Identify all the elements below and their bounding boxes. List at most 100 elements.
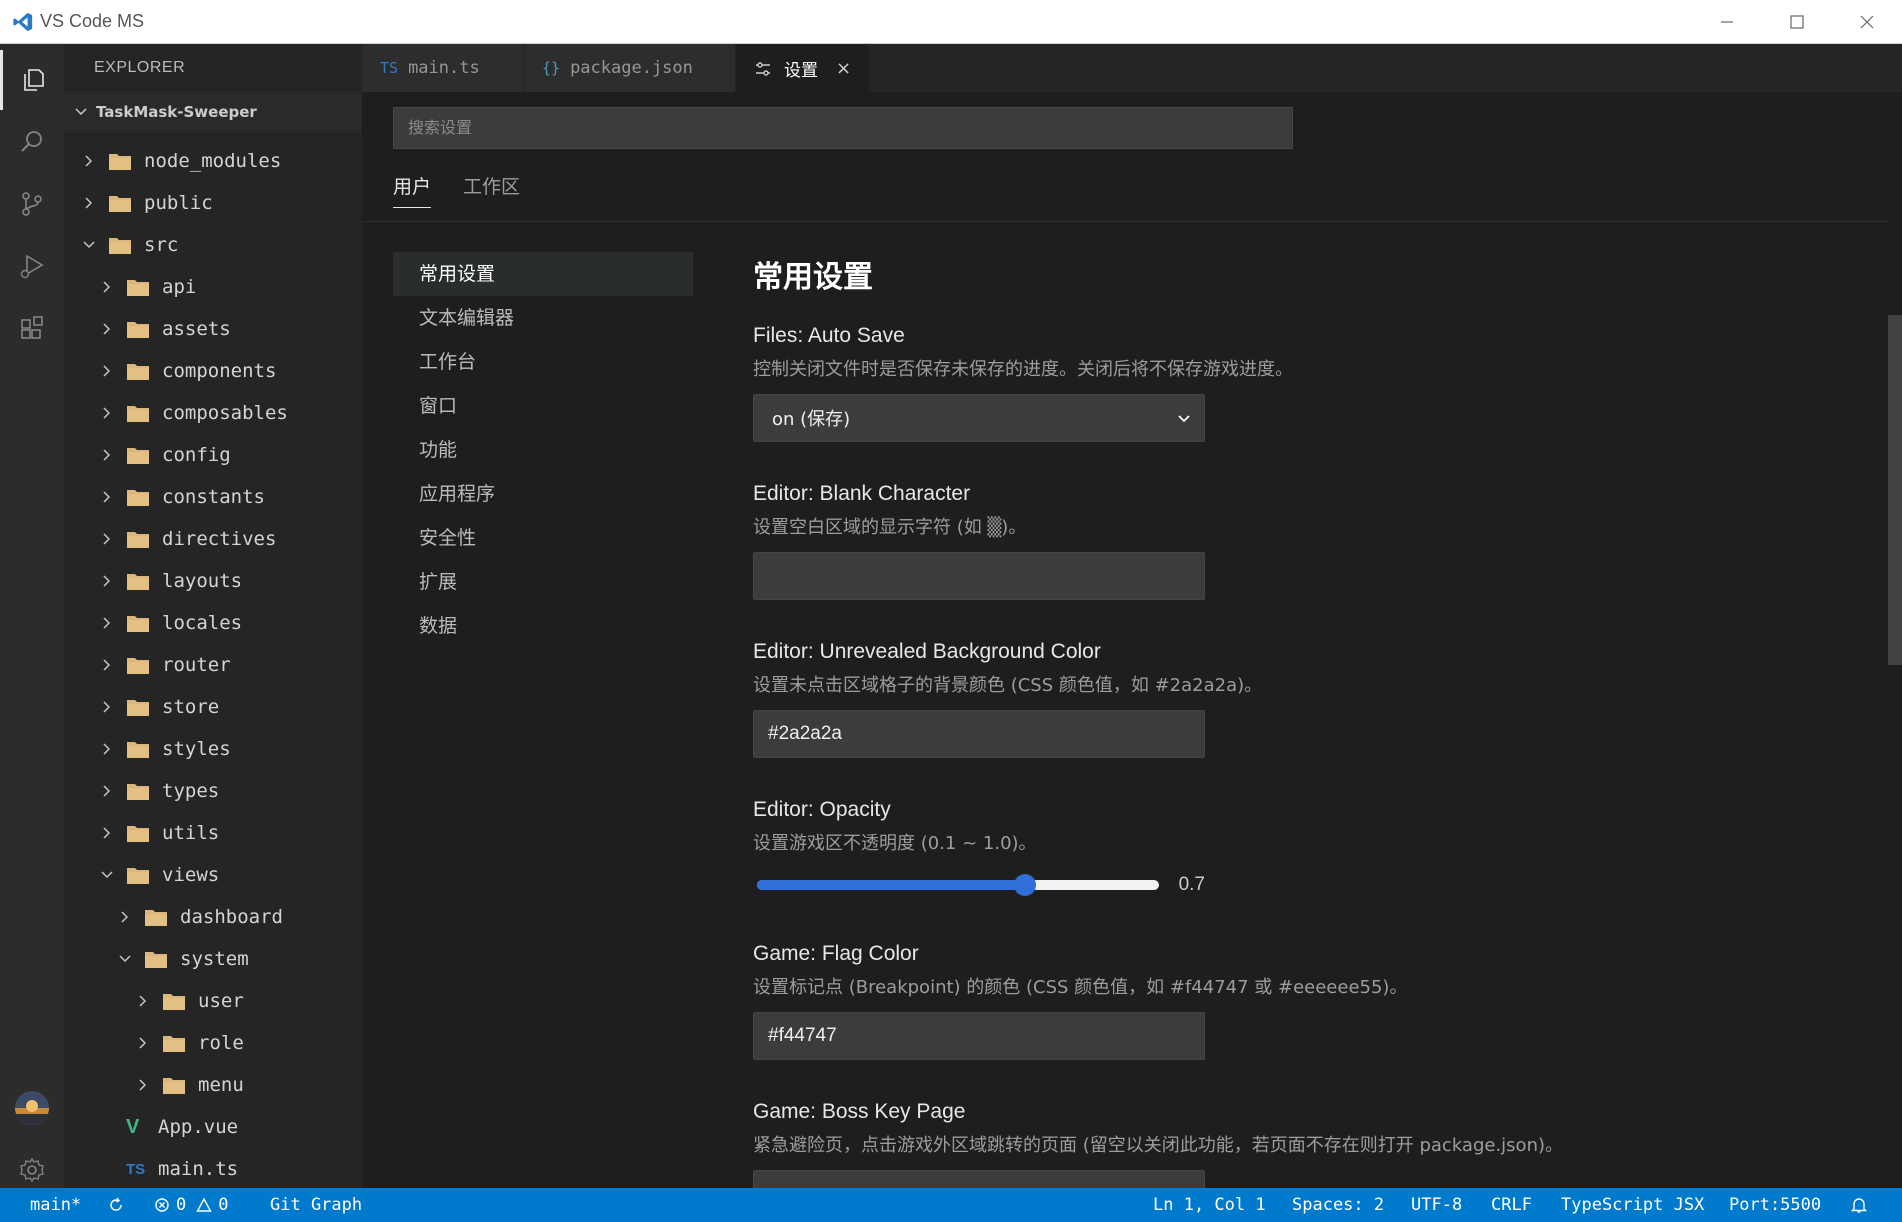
folder-icon	[127, 826, 149, 842]
scope-tab-workspace[interactable]: 工作区	[463, 172, 520, 208]
tree-folder[interactable]: styles	[64, 728, 362, 770]
status-sync[interactable]	[108, 1188, 124, 1222]
minimize-button[interactable]	[1692, 0, 1762, 44]
tree-item-label: dashboard	[180, 906, 283, 928]
setting-input[interactable]: #f44747	[753, 1012, 1205, 1060]
setting-input[interactable]	[753, 1170, 1205, 1188]
tree-item-label: src	[144, 234, 179, 256]
setting-item: Editor: Opacity 设置游戏区不透明度 (0.1 ~ 1.0)。 0.7	[753, 794, 1833, 902]
tree-file[interactable]: V App.vue	[64, 1106, 362, 1148]
settings-content: 常用设置 Files: Auto Save 控制关闭文件时是否保存未保存的进度。关…	[753, 252, 1833, 1188]
tree-file[interactable]: TS main.ts	[64, 1148, 362, 1188]
folder-icon	[109, 196, 131, 212]
tree-item-label: router	[162, 654, 231, 676]
activity-source-control[interactable]	[0, 174, 64, 234]
tree-folder[interactable]: config	[64, 434, 362, 476]
tab-close-icon[interactable]: ×	[836, 58, 851, 79]
tree-folder[interactable]: composables	[64, 392, 362, 434]
activity-extensions[interactable]	[0, 298, 64, 358]
chevron-right-icon	[103, 281, 111, 293]
settings-search-input[interactable]: 搜索设置	[393, 107, 1293, 149]
tree-folder[interactable]: components	[64, 350, 362, 392]
setting-description: 设置未点击区域格子的背景颜色 (CSS 颜色值，如 #2a2a2a)。	[753, 675, 1263, 696]
tree-folder[interactable]: api	[64, 266, 362, 308]
tree-folder[interactable]: utils	[64, 812, 362, 854]
tree-folder[interactable]: constants	[64, 476, 362, 518]
toc-item[interactable]: 安全性	[393, 516, 693, 560]
tree-folder[interactable]: views	[64, 854, 362, 896]
close-window-button[interactable]	[1832, 0, 1902, 44]
status-notifications[interactable]	[1850, 1188, 1868, 1222]
setting-input[interactable]: #2a2a2a	[753, 710, 1205, 758]
tree-item-label: user	[198, 990, 244, 1012]
tree-folder[interactable]: system	[64, 938, 362, 980]
tree-folder[interactable]: types	[64, 770, 362, 812]
folder-open-icon	[127, 868, 149, 884]
folder-icon	[127, 490, 149, 506]
tree-folder[interactable]: layouts	[64, 560, 362, 602]
status-indentation[interactable]: Spaces: 2	[1292, 1188, 1384, 1222]
tree-folder[interactable]: assets	[64, 308, 362, 350]
setting-item: Game: Boss Key Page 紧急避险页，点击游戏外区域跳转的页面 (留…	[753, 1096, 1833, 1188]
tab-main-ts[interactable]: TS main.ts	[362, 44, 524, 92]
tree-folder[interactable]: locales	[64, 602, 362, 644]
folder-icon	[127, 742, 149, 758]
tree-folder[interactable]: directives	[64, 518, 362, 560]
tab-settings[interactable]: 设置 ×	[736, 44, 871, 92]
scope-tab-user[interactable]: 用户	[393, 172, 432, 208]
auto-save-select[interactable]: on (保存)	[753, 394, 1205, 442]
tree-folder[interactable]: dashboard	[64, 896, 362, 938]
status-git-graph[interactable]: Git Graph	[270, 1188, 362, 1222]
setting-input[interactable]	[753, 552, 1205, 600]
toc-item[interactable]: 功能	[393, 428, 693, 472]
tree-folder[interactable]: menu	[64, 1064, 362, 1106]
status-encoding[interactable]: UTF-8	[1411, 1188, 1462, 1222]
status-branch[interactable]: main*	[30, 1188, 81, 1222]
slider-thumb[interactable]	[1013, 874, 1036, 896]
setting-label: Editor: Opacity	[753, 798, 891, 821]
tree-folder[interactable]: router	[64, 644, 362, 686]
setting-description: 设置空白区域的显示字符 (如 ▒)。	[753, 517, 1027, 538]
toc-item[interactable]: 应用程序	[393, 472, 693, 516]
chevron-right-icon	[103, 575, 111, 587]
folder-icon	[163, 1078, 185, 1094]
project-section-header[interactable]: TaskMask-Sweeper	[64, 92, 362, 132]
activity-run-debug[interactable]	[0, 236, 64, 296]
toc-item[interactable]: 文本编辑器	[393, 296, 693, 340]
status-eol[interactable]: CRLF	[1491, 1188, 1532, 1222]
setting-label: Game: Boss Key Page	[753, 1100, 966, 1123]
settings-scrollbar[interactable]	[1888, 221, 1902, 1188]
opacity-slider[interactable]: 0.7	[753, 868, 1205, 902]
tree-folder[interactable]: store	[64, 686, 362, 728]
tree-folder[interactable]: node_modules	[64, 140, 362, 182]
status-port[interactable]: Port:5500	[1729, 1188, 1821, 1222]
chevron-right-icon	[121, 911, 129, 923]
toc-item[interactable]: 常用设置	[393, 252, 693, 296]
tree-folder[interactable]: src	[64, 224, 362, 266]
status-cursor-position[interactable]: Ln 1, Col 1	[1153, 1188, 1266, 1222]
account-button[interactable]	[0, 1078, 64, 1138]
tree-folder[interactable]: user	[64, 980, 362, 1022]
setting-label: Editor: Unrevealed Background Color	[753, 640, 1101, 663]
toc-item[interactable]: 扩展	[393, 560, 693, 604]
tree-item-label: composables	[162, 402, 288, 424]
scrollbar-thumb[interactable]	[1888, 315, 1902, 665]
maximize-button[interactable]	[1762, 0, 1832, 44]
tab-package-json[interactable]: {} package.json	[524, 44, 736, 92]
activity-search[interactable]	[0, 112, 64, 172]
setting-description: 设置标记点 (Breakpoint) 的颜色 (CSS 颜色值，如 #f4474…	[753, 977, 1408, 998]
activity-explorer[interactable]	[0, 50, 64, 110]
toc-item[interactable]: 窗口	[393, 384, 693, 428]
toc-item[interactable]: 工作台	[393, 340, 693, 384]
chevron-right-icon	[103, 743, 111, 755]
tree-folder[interactable]: public	[64, 182, 362, 224]
settings-sliders-icon	[756, 61, 770, 76]
slider-track[interactable]	[757, 874, 1159, 896]
status-language[interactable]: TypeScript JSX	[1561, 1188, 1704, 1222]
tree-item-label: store	[162, 696, 220, 718]
tree-folder[interactable]: role	[64, 1022, 362, 1064]
toc-item[interactable]: 数据	[393, 604, 693, 648]
status-problems[interactable]: 0 0	[154, 1188, 229, 1222]
folder-icon	[127, 322, 149, 338]
run-debug-icon	[20, 254, 44, 279]
